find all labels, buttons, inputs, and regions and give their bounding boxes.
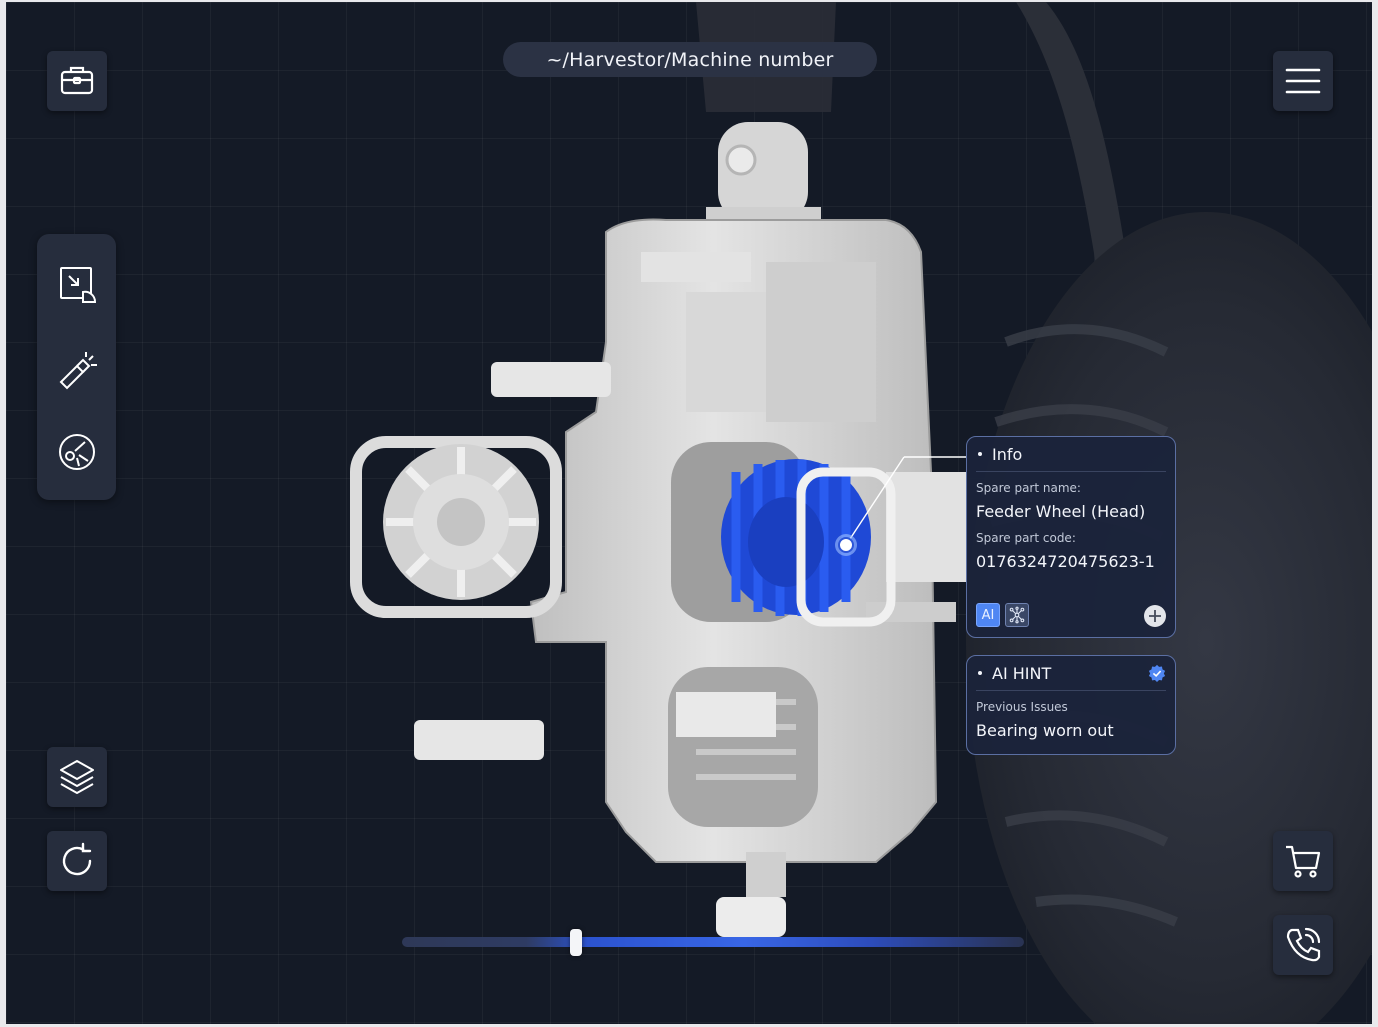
explode-slider-track[interactable] bbox=[402, 937, 1024, 947]
previous-issue-value: Bearing worn out bbox=[976, 721, 1114, 740]
part-pin[interactable] bbox=[838, 537, 854, 553]
layers-button[interactable] bbox=[47, 747, 107, 807]
flashlight-button[interactable] bbox=[53, 344, 101, 392]
network-button[interactable] bbox=[1005, 603, 1029, 627]
info-panel-title: Info bbox=[992, 444, 1023, 464]
cart-button[interactable] bbox=[1273, 831, 1333, 891]
feeder-assembly-model[interactable] bbox=[350, 122, 966, 937]
info-panel: Info Spare part name: Feeder Wheel (Head… bbox=[966, 436, 1176, 638]
hamburger-menu-icon bbox=[1285, 68, 1321, 94]
3d-viewport[interactable]: ~/Harvestor/Machine number Info Spare pa… bbox=[6, 2, 1372, 1024]
bullet-icon bbox=[978, 671, 982, 675]
toolbox-button[interactable] bbox=[47, 51, 107, 111]
ai-badge-label: AI bbox=[981, 607, 995, 623]
verified-check-icon bbox=[1148, 664, 1166, 682]
call-support-button[interactable] bbox=[1273, 915, 1333, 975]
info-panel-header: Info bbox=[976, 437, 1166, 472]
shopping-cart-icon bbox=[1286, 845, 1321, 878]
flashlight-icon bbox=[59, 352, 97, 390]
spare-part-code: 0176324720475623-1 bbox=[976, 552, 1155, 571]
explode-slider-thumb[interactable] bbox=[570, 929, 583, 956]
ai-hint-title: AI HINT bbox=[992, 663, 1052, 683]
spare-part-name: Feeder Wheel (Head) bbox=[976, 502, 1146, 521]
plus-circle-icon bbox=[1144, 605, 1166, 627]
layers-icon bbox=[60, 760, 94, 794]
explode-view-icon bbox=[59, 434, 95, 470]
bullet-icon bbox=[978, 452, 982, 456]
breadcrumb-path: ~/Harvestor/Machine number bbox=[546, 48, 834, 71]
network-icon bbox=[1009, 606, 1025, 624]
shrink-view-button[interactable] bbox=[53, 260, 101, 308]
tool-rail bbox=[37, 234, 116, 500]
menu-button[interactable] bbox=[1273, 51, 1333, 111]
spare-part-code-label: Spare part code: bbox=[976, 531, 1076, 545]
reset-view-button[interactable] bbox=[47, 831, 107, 891]
ai-assist-button[interactable]: AI bbox=[976, 603, 1000, 627]
spare-part-name-label: Spare part name: bbox=[976, 481, 1081, 495]
ai-hint-header: AI HINT bbox=[976, 656, 1166, 691]
briefcase-icon bbox=[60, 66, 94, 95]
previous-issues-label: Previous Issues bbox=[976, 700, 1068, 714]
ai-hint-panel: AI HINT Previous Issues Bearing worn out bbox=[966, 655, 1176, 755]
add-to-cart-button[interactable] bbox=[1143, 604, 1167, 628]
shrink-view-icon bbox=[60, 267, 97, 303]
explode-view-button[interactable] bbox=[53, 428, 101, 476]
phone-call-icon bbox=[1286, 927, 1321, 962]
breadcrumb[interactable]: ~/Harvestor/Machine number bbox=[503, 42, 877, 77]
rotate-reset-icon bbox=[62, 842, 92, 876]
